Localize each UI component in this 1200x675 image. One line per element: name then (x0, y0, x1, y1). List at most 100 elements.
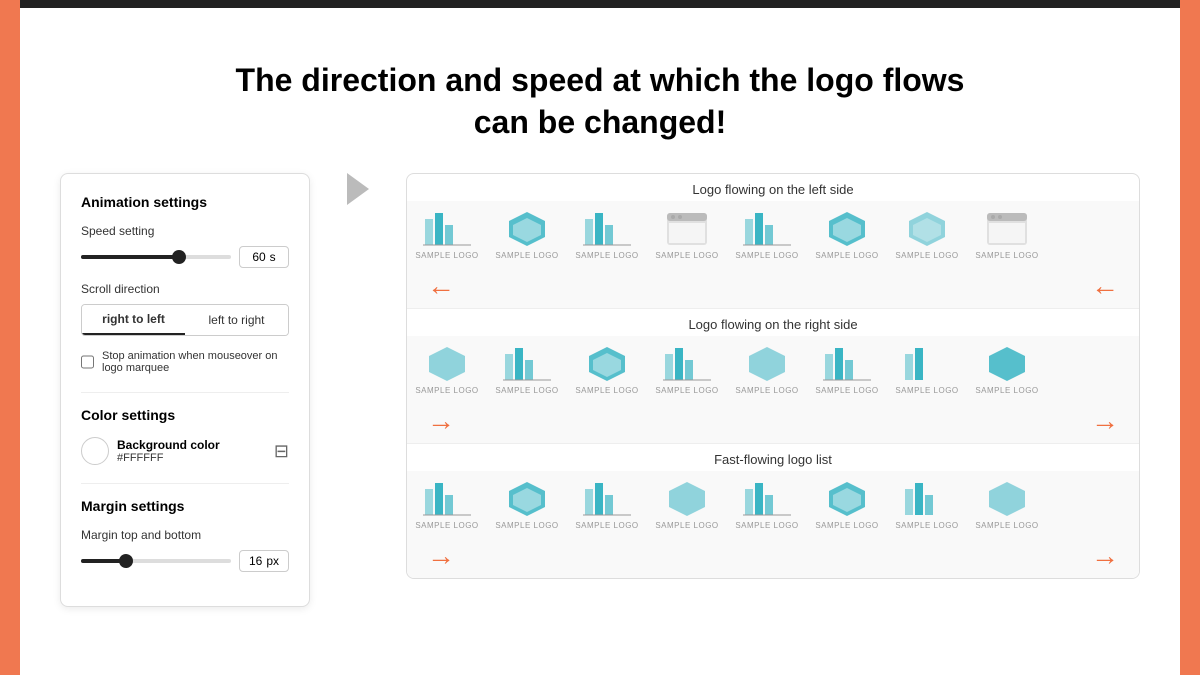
main-container: The direction and speed at which the log… (20, 0, 1180, 675)
list-item: Sample Logo (967, 205, 1047, 264)
bar-fast-icon (422, 479, 472, 519)
logo-caption: Sample Logo (895, 386, 958, 395)
hex4-fast-icon (982, 479, 1032, 519)
speed-value-box: 60 s (239, 246, 289, 268)
color-section-title: Color settings (81, 407, 289, 423)
list-item: Sample Logo (967, 340, 1047, 399)
logo-caption: Sample Logo (575, 386, 638, 395)
logo-caption: Sample Logo (495, 251, 558, 260)
speed-value: 60 (252, 250, 265, 264)
left-arrow-2: ← (1091, 270, 1119, 302)
bar-chart-logo-icon (742, 209, 792, 249)
list-item: Sample Logo (887, 340, 967, 399)
list-item: Sample Logo (647, 205, 727, 264)
logo-caption: Sample Logo (975, 386, 1038, 395)
stop-animation-label: Stop animation when mouseover on logo ma… (102, 350, 289, 374)
logo-caption: Sample Logo (735, 386, 798, 395)
arrow-row-left: ← ← (407, 268, 1139, 308)
combo-logo-icon (582, 209, 632, 249)
color-row: Background color #FFFFFF ⊟ (81, 437, 289, 465)
stack-icon[interactable]: ⊟ (274, 441, 289, 462)
logo-caption: Sample Logo (735, 521, 798, 530)
list-item: Sample Logo (487, 205, 567, 264)
list-item: Sample Logo (727, 475, 807, 534)
bar2-fast-icon (582, 479, 632, 519)
list-item: Sample Logo (567, 205, 647, 264)
margin-thumb[interactable] (119, 554, 133, 568)
color-info: Background color #FFFFFF (117, 438, 220, 464)
list-item: Sample Logo (407, 205, 487, 264)
list-item: Sample Logo (807, 475, 887, 534)
margin-slider-row: 16 px (81, 550, 289, 572)
logo-caption: Sample Logo (815, 251, 878, 260)
list-item: Sample Logo (727, 205, 807, 264)
hex-fast-icon (502, 479, 552, 519)
logo-caption: Sample Logo (655, 251, 718, 260)
logo-caption: Sample Logo (655, 386, 718, 395)
stop-animation-row: Stop animation when mouseover on logo ma… (81, 350, 289, 374)
bg-color-label: Background color (117, 438, 220, 452)
logo-caption: Sample Logo (575, 251, 638, 260)
color-swatch[interactable] (81, 437, 109, 465)
top-bar (20, 0, 1180, 8)
margin-unit: px (266, 554, 279, 568)
logo-caption: Sample Logo (975, 251, 1038, 260)
right-to-left-btn[interactable]: right to left (82, 305, 185, 335)
list-item: Sample Logo (407, 340, 487, 399)
demo-section-right: Logo flowing on the right side Sample Lo… (407, 309, 1139, 444)
logo-caption: Sample Logo (735, 251, 798, 260)
speed-track[interactable] (81, 255, 231, 259)
list-item: Sample Logo (567, 340, 647, 399)
left-to-right-btn[interactable]: left to right (185, 305, 288, 335)
hex2-logo-icon (902, 209, 952, 249)
fast-flow-label: Fast-flowing logo list (407, 444, 1139, 471)
speed-label: Speed setting (81, 224, 289, 238)
speed-thumb[interactable] (172, 250, 186, 264)
logo-caption: Sample Logo (415, 521, 478, 530)
triangle-right-icon (347, 173, 369, 205)
direction-toggle: right to left left to right (81, 304, 289, 336)
list-item: Sample Logo (807, 340, 887, 399)
list-item: Sample Logo (567, 475, 647, 534)
hex3-logo-icon (742, 344, 792, 384)
logo-caption: Sample Logo (655, 521, 718, 530)
margin-section-title: Margin settings (81, 498, 289, 514)
bar-logo-icon (502, 344, 552, 384)
list-item: Sample Logo (887, 475, 967, 534)
hex-logo-icon (422, 344, 472, 384)
content-row: Animation settings Speed setting 60 s Sc… (60, 173, 1140, 607)
hex4-logo-icon (982, 344, 1032, 384)
margin-track[interactable] (81, 559, 231, 563)
list-item: Sample Logo (487, 475, 567, 534)
speed-fill (81, 255, 179, 259)
fast-arrow-1: → (427, 540, 455, 572)
scroll-direction-label: Scroll direction (81, 282, 289, 296)
logo-caption: Sample Logo (895, 521, 958, 530)
list-item: Sample Logo (727, 340, 807, 399)
logo-caption: Sample Logo (575, 521, 638, 530)
settings-panel: Animation settings Speed setting 60 s Sc… (60, 173, 310, 607)
list-item: Sample Logo (967, 475, 1047, 534)
center-arrow (340, 173, 376, 205)
logo-caption: Sample Logo (815, 521, 878, 530)
demo-section-fast: Fast-flowing logo list Sample Logo Sampl… (407, 444, 1139, 578)
logo-caption: Sample Logo (975, 521, 1038, 530)
logo-caption: Sample Logo (415, 251, 478, 260)
list-item: Sample Logo (487, 340, 567, 399)
animation-section-title: Animation settings (81, 194, 289, 210)
list-item: Sample Logo (807, 205, 887, 264)
bar3-fast-icon (742, 479, 792, 519)
browser-logo-icon (662, 209, 712, 249)
stop-animation-checkbox[interactable] (81, 355, 94, 369)
divider-1 (81, 392, 289, 393)
bar3-logo-icon (822, 344, 872, 384)
browser2-logo-icon (982, 209, 1032, 249)
bar2-logo-icon (662, 344, 712, 384)
list-item: Sample Logo (407, 475, 487, 534)
logo-caption: Sample Logo (495, 521, 558, 530)
hex-logo-icon (502, 209, 552, 249)
list-item: Sample Logo (887, 205, 967, 264)
arrow-row-fast: → → (407, 538, 1139, 578)
right-flow-label: Logo flowing on the right side (407, 309, 1139, 336)
right-arrow-2: → (1091, 405, 1119, 437)
